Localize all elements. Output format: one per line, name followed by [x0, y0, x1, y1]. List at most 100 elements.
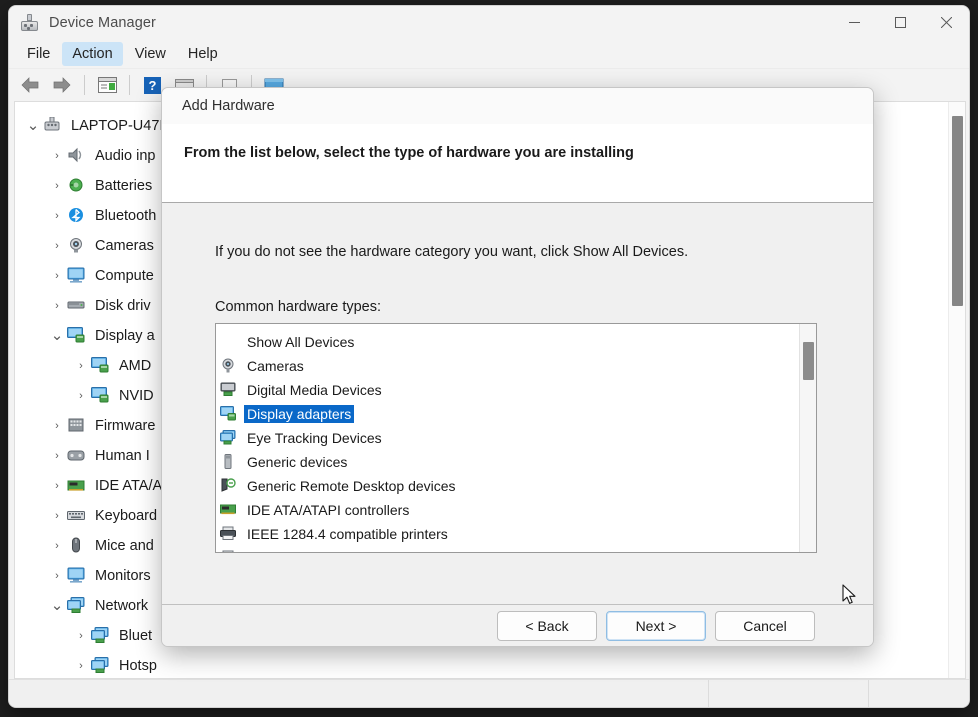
chevron-right-icon[interactable]: ›: [71, 630, 91, 642]
dialog-footer: < Back Next > Cancel: [162, 604, 873, 646]
list-item[interactable]: Cameras: [216, 354, 801, 378]
minimize-icon[interactable]: [831, 6, 877, 39]
next-button[interactable]: Next >: [606, 610, 706, 641]
list-item-label: IEEE 1284.4 compatible printers: [247, 526, 448, 542]
dialog-title: Add Hardware: [162, 88, 873, 124]
cancel-button[interactable]: Cancel: [715, 610, 815, 641]
list-item-label: Show All Devices: [247, 334, 355, 350]
add-hardware-dialog: Add Hardware From the list below, select…: [161, 87, 874, 647]
monitor-icon: [67, 267, 87, 285]
status-bar: [9, 679, 969, 707]
mouse-icon: [67, 537, 87, 555]
tree-item-label: Monitors: [95, 568, 151, 584]
tree-item-label: Compute: [95, 268, 154, 284]
menu-item-file[interactable]: File: [17, 42, 60, 66]
network-adapter-icon: [91, 657, 111, 675]
status-cell-main: [9, 680, 709, 707]
tree-item-label: Firmware: [95, 418, 156, 434]
list-item[interactable]: Show All Devices: [216, 330, 801, 354]
list-item[interactable]: IDE ATA/ATAPI controllers: [216, 498, 801, 522]
tree-scrollbar-thumb[interactable]: [952, 116, 963, 306]
display-adapter-icon: [91, 357, 111, 375]
device-manager-window: Device Manager File Action View Help ? ⌄…: [8, 5, 970, 708]
list-item[interactable]: IEEE 1284.4 compatible printers: [216, 522, 801, 546]
maximize-icon[interactable]: [877, 6, 923, 39]
firmware-icon: [67, 417, 87, 435]
tree-item-label: Hotsp: [119, 658, 157, 674]
window-controls: [831, 6, 969, 39]
dialog-heading: From the list below, select the type of …: [184, 145, 634, 161]
dialog-note: If you do not see the hardware category …: [215, 244, 689, 260]
chevron-down-icon[interactable]: ⌄: [47, 598, 67, 613]
hardware-types-listbox[interactable]: Show All Devices Cameras Digital Media Dev…: [215, 323, 817, 553]
display-adapter-icon: [91, 387, 111, 405]
close-icon[interactable]: [923, 6, 969, 39]
camera-icon: [67, 237, 87, 255]
list-item-label: Cameras: [247, 358, 304, 374]
chevron-down-icon[interactable]: ⌄: [23, 118, 43, 133]
computer-icon: [43, 116, 63, 135]
mouse-cursor: [842, 584, 858, 611]
tree-item-label: LAPTOP-U47I: [71, 118, 164, 134]
listbox-scrollbar[interactable]: [799, 324, 816, 552]
chevron-right-icon[interactable]: ›: [71, 360, 91, 372]
chevron-right-icon[interactable]: ›: [47, 180, 67, 192]
list-label: Common hardware types:: [215, 299, 382, 315]
list-item-label: Display adapters: [244, 405, 355, 423]
menu-bar: File Action View Help: [9, 39, 969, 69]
display-adapter-icon: [67, 327, 87, 345]
chevron-right-icon[interactable]: ›: [47, 570, 67, 582]
list-item[interactable]: Generic Remote Desktop devices: [216, 474, 801, 498]
chevron-right-icon[interactable]: ›: [47, 540, 67, 552]
list-item-label: IEEE 1284.4 devices: [244, 549, 380, 552]
hardware-types-list[interactable]: Show All Devices Cameras Digital Media Dev…: [216, 324, 801, 552]
list-item[interactable]: Generic devices: [216, 450, 801, 474]
listbox-scrollbar-thumb[interactable]: [803, 342, 814, 380]
tree-item-label: Network: [95, 598, 149, 614]
forward-arrow-icon[interactable]: [47, 71, 77, 99]
printer-icon: [220, 526, 238, 542]
printer-icon: [220, 550, 238, 552]
tree-item-label: Mice and: [95, 538, 154, 554]
tree-item-label: Audio inp: [95, 148, 156, 164]
tree-scrollbar[interactable]: [948, 102, 965, 678]
no-icon: [220, 334, 238, 350]
menu-item-view[interactable]: View: [125, 42, 176, 66]
chevron-right-icon[interactable]: ›: [71, 390, 91, 402]
chevron-right-icon[interactable]: ›: [47, 480, 67, 492]
chevron-right-icon[interactable]: ›: [47, 240, 67, 252]
list-item[interactable]: Digital Media Devices: [216, 378, 801, 402]
chevron-right-icon[interactable]: ›: [47, 300, 67, 312]
menu-item-help[interactable]: Help: [178, 42, 228, 66]
chevron-right-icon[interactable]: ›: [47, 210, 67, 222]
bluetooth-icon: [67, 207, 87, 225]
back-arrow-icon[interactable]: [15, 71, 45, 99]
network-adapter-icon: [91, 627, 111, 645]
properties-icon[interactable]: [92, 71, 122, 99]
toolbar-separator: [129, 75, 130, 95]
ide-controller-icon: [220, 502, 238, 518]
dialog-header: From the list below, select the type of …: [162, 124, 873, 203]
chevron-right-icon[interactable]: ›: [47, 450, 67, 462]
toolbar-separator: [84, 75, 85, 95]
chevron-right-icon[interactable]: ›: [71, 660, 91, 672]
list-item[interactable]: IEEE 1284.4 devices: [216, 546, 801, 552]
chevron-right-icon[interactable]: ›: [47, 510, 67, 522]
tree-item-label: AMD: [119, 358, 152, 374]
ide-controller-icon: [67, 477, 87, 495]
list-item[interactable]: Eye Tracking Devices: [216, 426, 801, 450]
list-item-label: IDE ATA/ATAPI controllers: [247, 502, 410, 518]
back-button[interactable]: < Back: [497, 610, 597, 641]
menu-item-action[interactable]: Action: [62, 41, 123, 66]
tree-item[interactable]: › Hotsp: [15, 651, 941, 678]
chevron-down-icon[interactable]: ⌄: [47, 328, 67, 343]
keyboard-icon: [67, 507, 87, 525]
chevron-right-icon[interactable]: ›: [47, 150, 67, 162]
chevron-right-icon[interactable]: ›: [47, 270, 67, 282]
tree-item-label: Human I: [95, 448, 150, 464]
display-adapter-icon: [220, 406, 238, 422]
tree-item-label: Disk driv: [95, 298, 151, 314]
chevron-right-icon[interactable]: ›: [47, 420, 67, 432]
speaker-icon: [67, 147, 87, 165]
list-item[interactable]: Display adapters: [216, 402, 801, 426]
